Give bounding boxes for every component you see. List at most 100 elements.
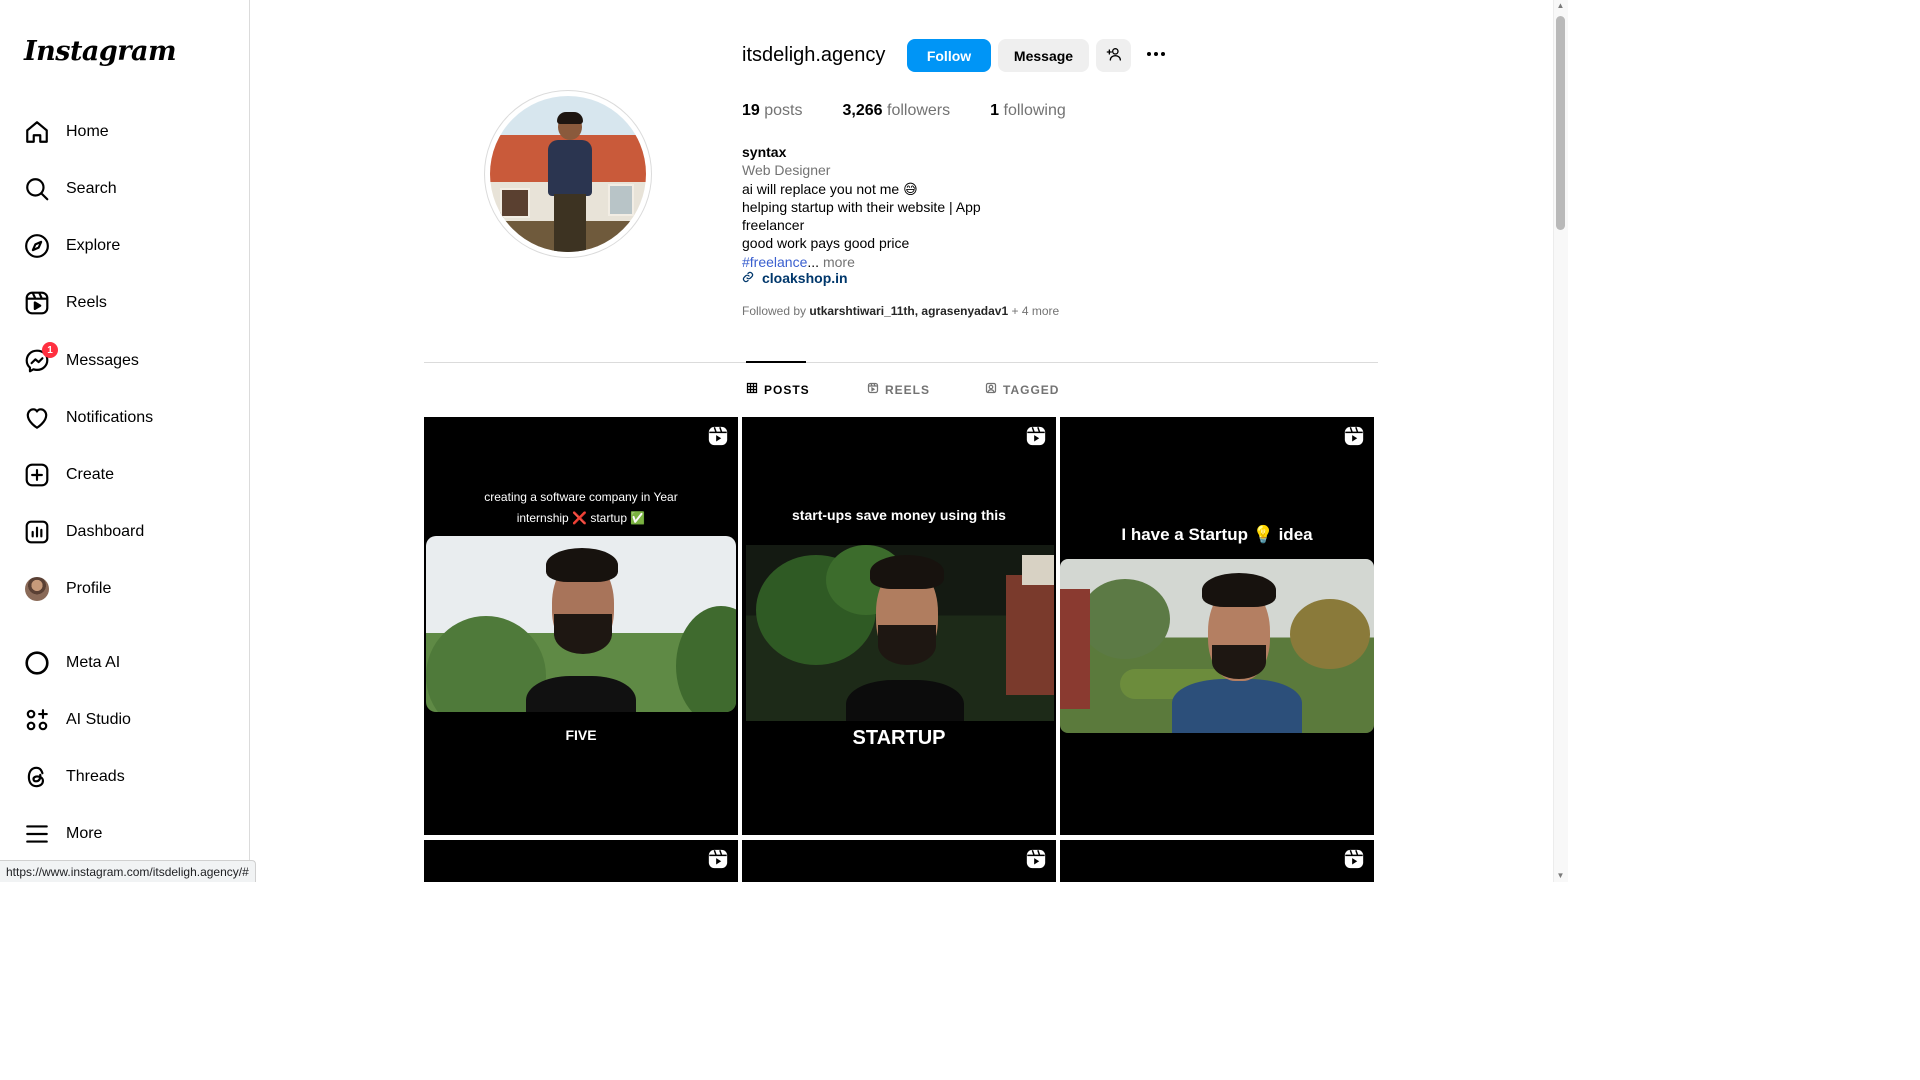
bio-line: freelancer <box>742 217 805 234</box>
profile-website-link[interactable]: cloakshop.in <box>742 270 848 286</box>
message-count-badge: 1 <box>42 342 58 358</box>
reel-icon <box>707 425 729 447</box>
sidebar-item-explore[interactable]: Explore <box>12 222 238 270</box>
sidebar-item-threads[interactable]: Threads <box>12 753 238 801</box>
post-image <box>746 545 1054 721</box>
post-caption-bottom: STARTUP <box>852 727 946 749</box>
follow-button[interactable]: Follow <box>907 39 991 72</box>
tabs-divider <box>424 362 1378 363</box>
status-bar-url: https://www.instagram.com/itsdeligh.agen… <box>0 860 256 882</box>
post-image <box>426 536 736 712</box>
add-user-icon <box>1106 46 1122 65</box>
sidebar-item-label: Profile <box>66 580 112 597</box>
page-scrollbar[interactable]: ▲ ▼ <box>1553 0 1568 882</box>
reels-icon <box>24 290 50 316</box>
reel-icon <box>1343 848 1365 870</box>
options-button[interactable] <box>1140 39 1172 72</box>
messenger-icon: 1 <box>24 342 58 374</box>
bio-line: good work pays good price <box>742 235 910 252</box>
post-tile[interactable] <box>742 840 1056 882</box>
sidebar-item-more[interactable]: More <box>12 810 238 858</box>
reel-icon <box>707 848 729 870</box>
profile-bio: syntax Web Designer ai will replace you … <box>742 143 981 271</box>
heart-icon <box>24 405 50 431</box>
more-horizontal-icon <box>1144 42 1168 69</box>
tab-tagged[interactable]: TAGGED <box>985 382 1059 397</box>
chart-icon <box>24 519 50 545</box>
bio-more-link[interactable]: more <box>819 254 855 270</box>
profile-picture[interactable] <box>484 90 652 258</box>
sidebar-item-label: Threads <box>66 768 125 785</box>
reel-icon <box>1343 425 1365 447</box>
sidebar-item-label: Search <box>66 180 117 197</box>
hashtag-link[interactable]: #freelance <box>742 254 807 270</box>
sidebar-item-profile[interactable]: Profile <box>12 565 238 613</box>
sidebar-item-label: More <box>66 825 103 842</box>
sidebar-item-label: Notifications <box>66 409 154 426</box>
reels-icon <box>867 382 885 397</box>
post-tile[interactable]: I have a Startup 💡 idea <box>1060 417 1374 835</box>
followed-by[interactable]: Followed by utkarshtiwari_11th, agraseny… <box>742 304 1059 318</box>
bio-line: helping startup with their website | App <box>742 198 981 215</box>
sidebar-item-label: AI Studio <box>66 711 131 728</box>
plus-square-icon <box>24 462 50 488</box>
sidebar-item-messages[interactable]: 1 Messages <box>12 337 238 385</box>
hamburger-icon <box>24 821 50 847</box>
reel-icon <box>1025 848 1047 870</box>
sidebar-item-meta-ai[interactable]: Meta AI <box>12 639 238 687</box>
instagram-logo[interactable]: Instagram <box>24 36 177 67</box>
scrollbar-thumb[interactable] <box>1556 16 1565 230</box>
followers-link[interactable]: 3,266 followers <box>843 102 951 120</box>
sidebar: Instagram Home Search Explore Reels 1 Me… <box>0 0 250 882</box>
profile-display-name: syntax <box>742 144 787 160</box>
sidebar-item-home[interactable]: Home <box>12 108 238 156</box>
sidebar-item-notifications[interactable]: Notifications <box>12 394 238 442</box>
active-tab-indicator <box>746 361 806 363</box>
sidebar-item-label: Messages <box>66 352 139 369</box>
sidebar-item-label: Create <box>66 466 115 483</box>
suggested-accounts-button[interactable] <box>1096 39 1131 72</box>
sidebar-item-label: Explore <box>66 237 121 254</box>
following-link[interactable]: 1 following <box>990 102 1066 120</box>
post-tile[interactable]: creating a software company in Year inte… <box>424 417 738 835</box>
message-button[interactable]: Message <box>998 39 1089 72</box>
post-caption-top: I have a Startup 💡 idea <box>1121 525 1313 544</box>
sidebar-item-search[interactable]: Search <box>12 165 238 213</box>
bio-hashtag-line: #freelance... more <box>742 253 855 270</box>
post-caption-top: start-ups save money using this <box>792 507 1006 523</box>
reel-icon <box>1025 425 1047 447</box>
sidebar-item-label: Home <box>66 123 109 140</box>
post-caption-top: creating a software company in Year inte… <box>484 490 678 525</box>
link-icon <box>742 270 762 286</box>
profile-stats: 19 posts 3,266 followers 1 following <box>742 102 1106 120</box>
profile-photo <box>490 96 646 252</box>
tab-reels[interactable]: REELS <box>867 382 930 397</box>
post-image <box>1060 559 1374 733</box>
sidebar-item-ai-studio[interactable]: AI Studio <box>12 696 238 744</box>
scroll-down-arrow[interactable]: ▼ <box>1556 872 1565 880</box>
sidebar-item-create[interactable]: Create <box>12 451 238 499</box>
sidebar-item-label: Reels <box>66 294 107 311</box>
post-tile[interactable]: start-ups save money using this STARTUP <box>742 417 1056 835</box>
post-tile[interactable] <box>1060 840 1374 882</box>
sidebar-item-label: Dashboard <box>66 523 145 540</box>
profile-category: Web Designer <box>742 162 831 179</box>
sidebar-item-dashboard[interactable]: Dashboard <box>12 508 238 556</box>
grid-icon <box>746 382 764 397</box>
tagged-icon <box>985 382 1003 397</box>
scroll-up-arrow[interactable]: ▲ <box>1556 2 1565 10</box>
sidebar-item-label: Meta AI <box>66 654 121 671</box>
posts-count: 19 posts <box>742 102 803 119</box>
profile-avatar <box>24 576 50 602</box>
ai-studio-icon <box>24 707 50 733</box>
compass-icon <box>24 233 50 259</box>
post-tile[interactable] <box>424 840 738 882</box>
threads-icon <box>24 764 50 790</box>
tab-posts[interactable]: POSTS <box>746 382 810 397</box>
bio-line: ai will replace you not me 😅 <box>742 180 918 197</box>
sidebar-item-reels[interactable]: Reels <box>12 279 238 327</box>
home-icon <box>24 119 50 145</box>
post-caption-bottom: FIVE <box>565 727 597 743</box>
meta-ai-icon <box>24 650 50 676</box>
profile-username: itsdeligh.agency <box>742 44 886 66</box>
